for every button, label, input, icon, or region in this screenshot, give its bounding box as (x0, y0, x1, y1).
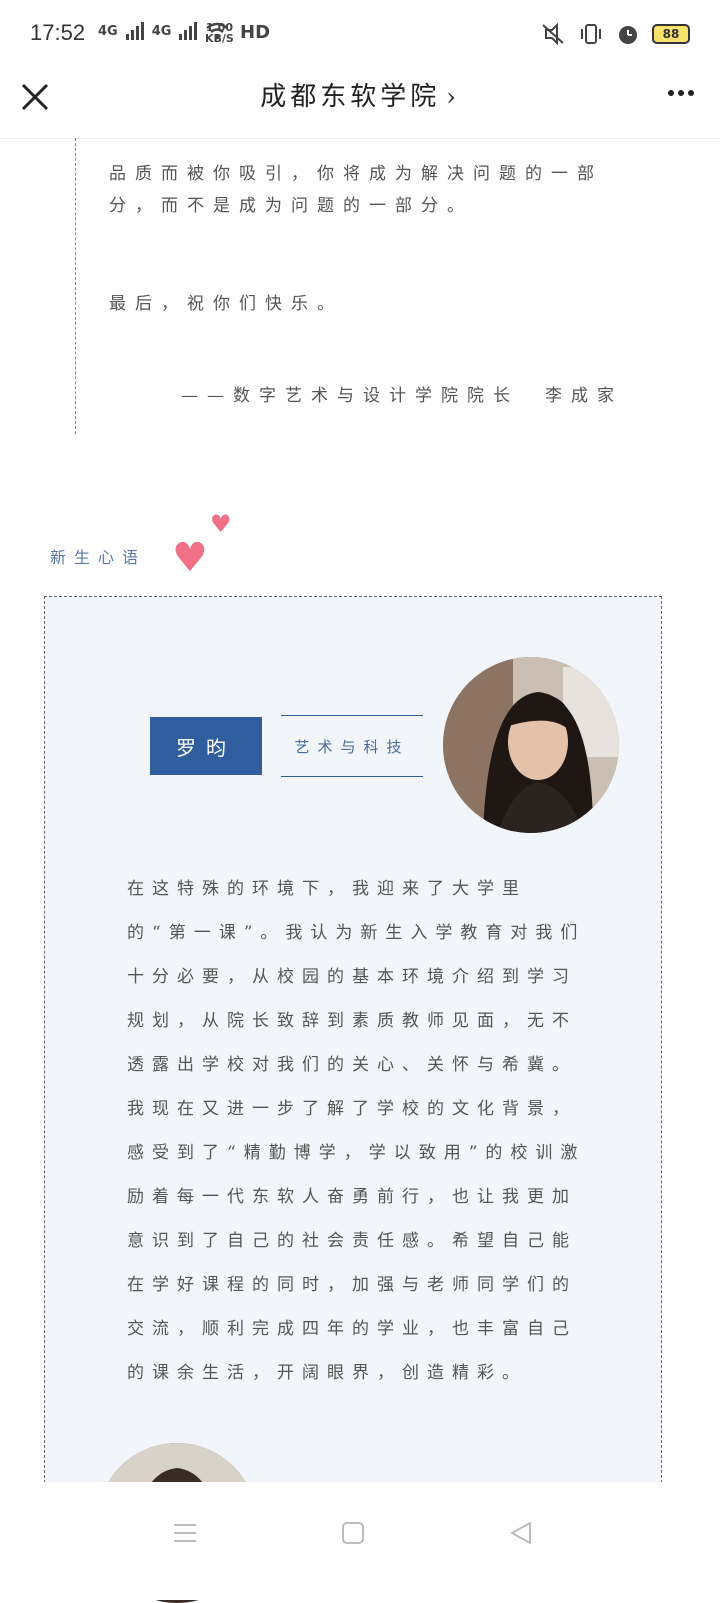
home-icon[interactable] (340, 1520, 366, 1546)
page-title: 成都东软学院 (260, 82, 441, 112)
mute-vibrate-icon (542, 22, 564, 46)
small-heart-icon: ♥ (210, 510, 232, 538)
more-options-icon[interactable] (668, 90, 694, 96)
quote-paragraph-2: 最后，祝你们快乐。 (109, 294, 343, 314)
section-title: 新生心语 (50, 548, 147, 567)
signal-icon (125, 22, 144, 40)
status-bar: 17:52 4G 4G 1.00 KB/S HD 88 (0, 0, 720, 70)
student-statement: 在这特殊的环境下，我迎来了大学里的“第一课”。我认为新生入学教育对我们十分必要，… (127, 879, 586, 1383)
student-photo (443, 657, 619, 833)
battery-icon: 88 (652, 24, 690, 44)
chevron-right-icon: › (446, 83, 460, 111)
account-title-link[interactable]: 成都东软学院 › (0, 76, 720, 113)
battery-level: 88 (662, 27, 680, 41)
network-speed: 1.00 KB/S (205, 22, 234, 44)
student-card: 罗昀 艺术与科技 在这特殊的环境下，我迎来了大学里的“第一课”。我认为新生入学教… (44, 596, 662, 1603)
top-nav-bar: 成都东软学院 › (0, 62, 720, 139)
student-name: 罗昀 (150, 717, 262, 775)
status-time: 17:52 (30, 20, 86, 45)
menu-icon[interactable] (172, 1520, 198, 1546)
alarm-icon (619, 26, 637, 44)
network-type-2: 4G (151, 23, 172, 39)
quote-signature: ——数字艺术与设计学院院长 李成家 (181, 386, 623, 406)
quote-block: 品质而被你吸引，你将成为解决问题的一部分，而不是成为问题的一部分。 最后，祝你们… (75, 138, 636, 434)
hd-indicator: HD (240, 22, 271, 43)
system-nav-bar (0, 1482, 720, 1600)
vibrate-icon (581, 24, 601, 44)
network-type-1: 4G (98, 23, 118, 39)
speed-unit: KB/S (205, 32, 234, 45)
heart-icon: ♥ (172, 535, 208, 581)
student-major: 艺术与科技 (281, 715, 423, 777)
quote-paragraph-1: 品质而被你吸引，你将成为解决问题的一部分，而不是成为问题的一部分。 (109, 164, 603, 216)
signal-icon-2 (179, 22, 198, 40)
back-icon[interactable] (508, 1520, 534, 1546)
status-right: 88 (540, 22, 690, 46)
